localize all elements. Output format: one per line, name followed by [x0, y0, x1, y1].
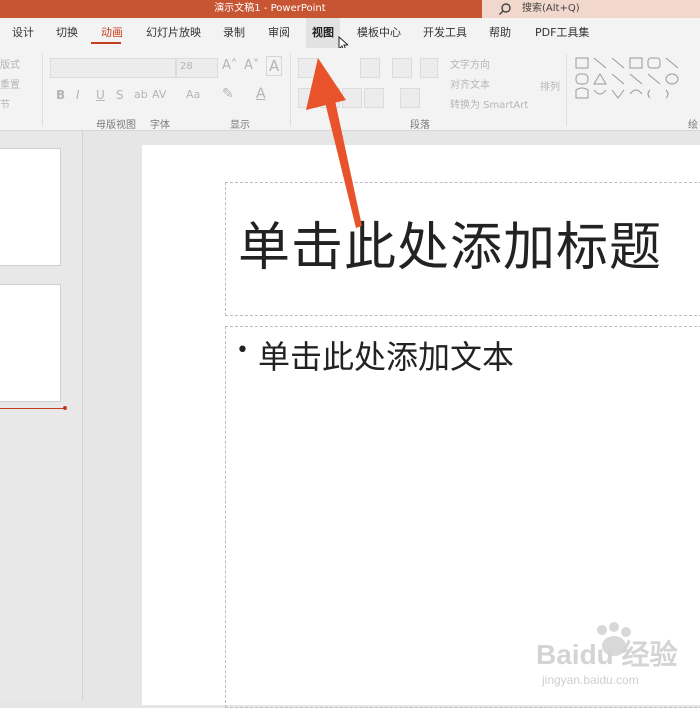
shrink-font-icon[interactable]: A˅ — [244, 58, 259, 73]
tab-review[interactable]: 审阅 — [268, 18, 290, 48]
window-title: 演示文稿1 - PowerPoint — [214, 3, 326, 14]
search-box[interactable] — [482, 0, 700, 18]
body-placeholder-text[interactable]: 单击此处添加文本 — [258, 332, 514, 378]
grow-font-icon[interactable]: A˄ — [222, 58, 237, 73]
strikethrough-icon[interactable]: ab — [134, 88, 148, 101]
font-size-value[interactable]: 28 — [180, 61, 193, 72]
slide-thumbnail[interactable] — [0, 284, 61, 402]
font-name-combo[interactable] — [50, 58, 176, 78]
group-label-drawing: 绘 — [688, 120, 698, 131]
highlight-icon[interactable]: ✎ — [222, 86, 234, 102]
group-label-display: 显示 — [230, 120, 250, 131]
ribbon-separator — [42, 54, 43, 126]
tab-pdf-tools[interactable]: PDF工具集 — [535, 18, 589, 48]
baidu-watermark: Baidu 经验 jingyan.baidu.com — [536, 622, 678, 687]
group-label-paragraph: 段落 — [410, 120, 430, 131]
bold-icon[interactable]: B — [56, 88, 65, 102]
search-placeholder[interactable]: 搜索(Alt+Q) — [522, 0, 580, 18]
columns-icon[interactable] — [400, 88, 420, 108]
tab-view[interactable]: 视图 — [306, 18, 340, 48]
tab-slideshow[interactable]: 幻灯片放映 — [146, 18, 201, 48]
align-text-button[interactable]: 对齐文本 — [450, 76, 490, 91]
ribbon-separator — [290, 54, 291, 126]
search-icon[interactable] — [498, 2, 512, 16]
underline-icon[interactable]: U — [96, 88, 105, 102]
shapes-gallery[interactable] — [574, 56, 686, 102]
change-case-icon[interactable]: Aa — [186, 88, 200, 101]
tab-help[interactable]: 帮助 — [489, 18, 511, 48]
insertion-marker — [0, 408, 66, 409]
watermark-brand: Baidu 经验 — [536, 638, 678, 670]
clear-format-icon[interactable]: A — [266, 56, 283, 76]
line-spacing-icon[interactable] — [420, 58, 438, 78]
ribbon-separator — [566, 54, 567, 126]
tab-design[interactable]: 设计 — [12, 18, 34, 48]
insertion-marker-dot — [63, 406, 67, 410]
arrange-button[interactable]: 排列 — [540, 78, 560, 93]
tab-record[interactable]: 录制 — [223, 18, 245, 48]
shadow-icon[interactable]: S — [116, 88, 124, 102]
reset-button[interactable]: 重置 — [0, 76, 20, 91]
indent-icon[interactable] — [392, 58, 412, 78]
layout-button[interactable]: 版式 — [0, 56, 20, 71]
bullet-point: • — [236, 338, 249, 363]
text-direction-button[interactable]: 文字方向 — [450, 56, 490, 71]
italic-icon[interactable]: I — [76, 88, 80, 102]
watermark-url: jingyan.baidu.com — [541, 673, 639, 687]
tab-transitions[interactable]: 切换 — [56, 18, 78, 48]
slide-thumbnail[interactable] — [0, 148, 61, 266]
section-button[interactable]: 节 — [0, 96, 10, 111]
group-label-template-view: 母版视图 — [96, 120, 136, 131]
char-spacing-icon[interactable]: AV — [152, 88, 166, 101]
tab-developer[interactable]: 开发工具 — [423, 18, 467, 48]
active-tab-indicator — [91, 42, 121, 44]
font-color-icon[interactable]: A — [256, 86, 266, 102]
tab-template-center[interactable]: 模板中心 — [357, 18, 401, 48]
group-label-font: 字体 — [150, 120, 170, 131]
pointer-arrow-icon — [306, 58, 362, 228]
convert-smartart-button[interactable]: 转换为 SmartArt — [450, 96, 528, 111]
